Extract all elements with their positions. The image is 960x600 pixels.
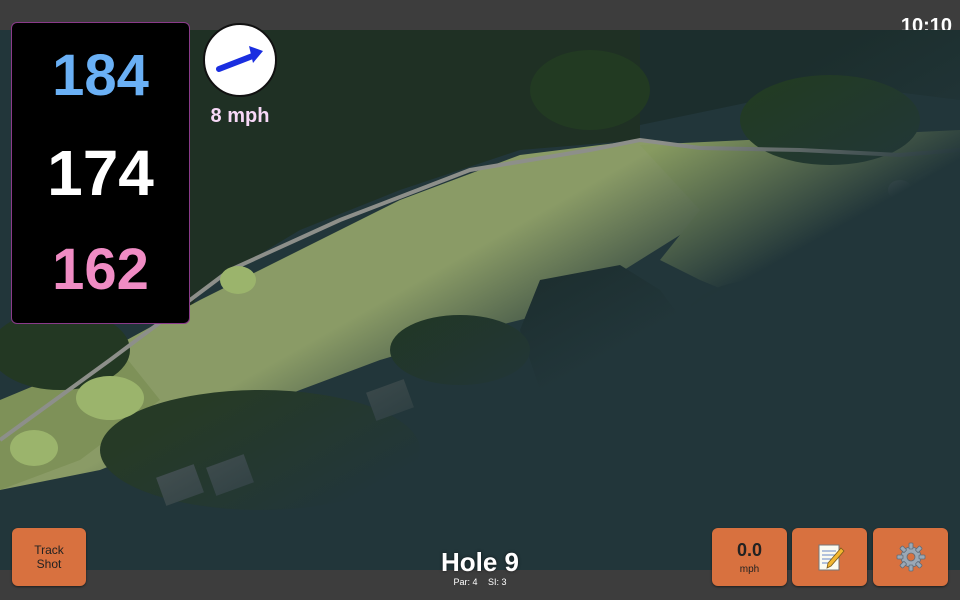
hole-stroke-index: SI: 3 [488, 577, 507, 587]
distance-panel: 184 174 162 [11, 22, 190, 324]
speed-value: 0.0 [736, 539, 763, 560]
wind-direction-arrow-icon [216, 46, 263, 72]
wind-speed: 8 mph [210, 105, 270, 127]
back-distance: 184 [52, 43, 149, 108]
hole-title: Hole 9 [440, 547, 520, 577]
notepad-icon [818, 544, 845, 571]
hole-par: Par: 4 [453, 577, 478, 587]
track-shot-button[interactable]: Track Shot [12, 528, 86, 586]
gear-icon [896, 542, 925, 572]
hole-info: Par: 4 SI: 3 [400, 577, 560, 587]
front-distance: 162 [52, 237, 149, 302]
speed-unit: mph [739, 563, 760, 575]
notes-button[interactable] [792, 528, 867, 586]
speed-button[interactable]: 0.0 mph [712, 528, 787, 586]
track-shot-label-line1: Track [34, 543, 64, 557]
wind-direction-indicator [203, 23, 277, 97]
track-shot-label-line2: Shot [36, 557, 62, 571]
middle-distance: 174 [47, 137, 154, 209]
settings-button[interactable] [873, 528, 948, 586]
